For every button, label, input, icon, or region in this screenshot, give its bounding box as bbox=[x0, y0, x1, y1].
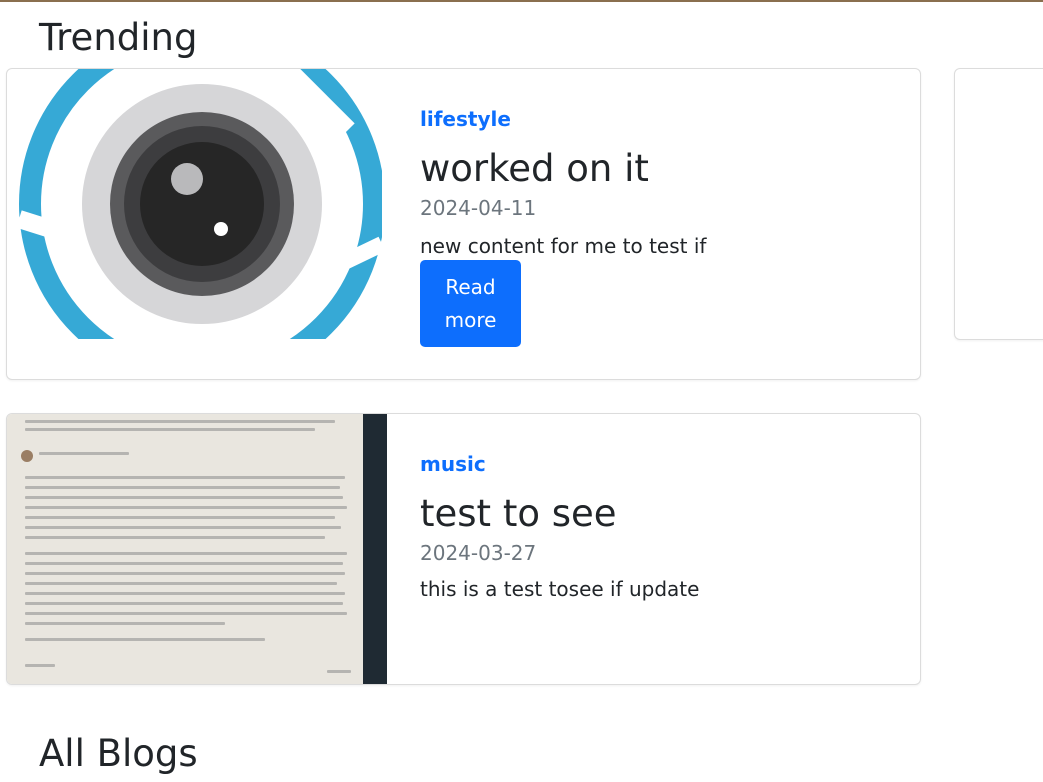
read-more-button[interactable]: Read more bbox=[420, 260, 521, 347]
post-category[interactable]: lifestyle bbox=[420, 107, 511, 131]
post-date: 2024-03-27 bbox=[420, 541, 537, 565]
post-category[interactable]: music bbox=[420, 452, 486, 476]
read-more-label: Read more bbox=[444, 274, 497, 332]
trending-card-2[interactable]: music test to see 2024-03-27 this is a t… bbox=[6, 413, 921, 685]
camera-lens-icon bbox=[19, 69, 382, 339]
post-date: 2024-04-11 bbox=[420, 196, 537, 220]
post-title: worked on it bbox=[420, 147, 649, 190]
trending-heading: Trending bbox=[39, 16, 198, 59]
post-title: test to see bbox=[420, 492, 617, 535]
post-image bbox=[19, 69, 382, 339]
trending-card-1[interactable]: lifestyle worked on it 2024-04-11 new co… bbox=[6, 68, 921, 380]
post-image-document bbox=[7, 414, 387, 684]
all-blogs-heading: All Blogs bbox=[39, 732, 198, 775]
top-strip bbox=[0, 0, 1043, 2]
trending-card-next[interactable] bbox=[954, 68, 1043, 340]
post-excerpt: this is a test tosee if update bbox=[420, 577, 700, 601]
post-excerpt: new content for me to test if bbox=[420, 234, 707, 258]
